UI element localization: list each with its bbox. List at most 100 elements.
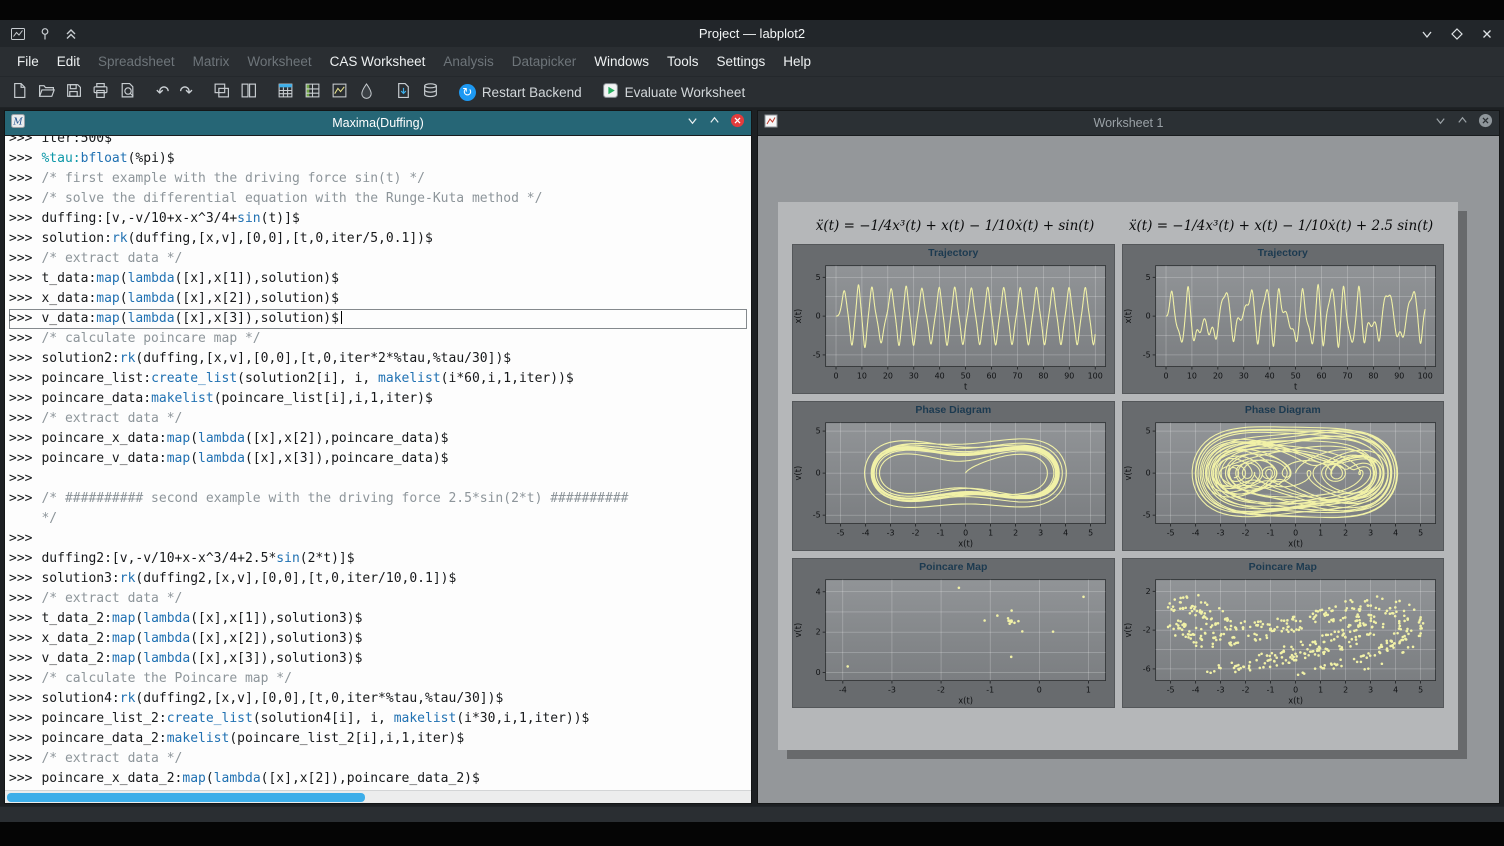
console-line[interactable]: >>>v_data:map(lambda([x],x[3]),solution)…: [9, 309, 747, 329]
maxima-titlebar[interactable]: M Maxima(Duffing): [5, 111, 751, 135]
menu-analysis[interactable]: Analysis: [434, 47, 502, 77]
console-line[interactable]: >>>v_data_2:map(lambda([x],x[3]),solutio…: [9, 649, 747, 669]
console-line[interactable]: >>>/* extract data */: [9, 409, 747, 429]
ink-color-button[interactable]: [353, 80, 380, 104]
worksheet-titlebar[interactable]: Worksheet 1: [758, 111, 1499, 135]
console-line[interactable]: >>>poincare_x_data_2:map(lambda([x],x[2]…: [9, 769, 747, 789]
close-button[interactable]: [1480, 27, 1494, 41]
console-line[interactable]: >>>: [9, 529, 747, 549]
pin-icon[interactable]: [38, 27, 52, 41]
console-line[interactable]: >>>x_data_2:map(lambda([x],x[2]),solutio…: [9, 629, 747, 649]
console-line[interactable]: >>>poincare_v_data:map(lambda([x],x[3]),…: [9, 449, 747, 469]
menu-tools[interactable]: Tools: [658, 47, 708, 77]
svg-text:-1: -1: [937, 528, 945, 537]
titlebar[interactable]: Project — labplot2: [0, 20, 1504, 47]
window-title: Project — labplot2: [0, 26, 1504, 41]
console-line[interactable]: >>>%tau:bfloat(%pi)$: [9, 149, 747, 169]
new-plot-button[interactable]: [326, 80, 353, 104]
console-line[interactable]: >>>poincare_data:makelist(poincare_list[…: [9, 389, 747, 409]
new-matrix-button[interactable]: [299, 80, 326, 104]
evaluate-worksheet-button[interactable]: Evaluate Worksheet: [597, 80, 751, 104]
plot-trajectory-2[interactable]: Trajectory0102030405060708090100-505tx(t…: [1122, 244, 1445, 394]
document-print-button[interactable]: [87, 80, 114, 104]
maxima-maximize-button[interactable]: [708, 114, 721, 132]
restart-backend-button[interactable]: ↻ Restart Backend: [454, 82, 587, 103]
console-line[interactable]: >>>/* first example with the driving for…: [9, 169, 747, 189]
windows-cascade-button[interactable]: [208, 80, 235, 104]
plot-phase-1[interactable]: Phase Diagram-5-4-3-2-1012345-505x(t)v(t…: [792, 401, 1115, 551]
svg-text:-1: -1: [1266, 685, 1274, 694]
menu-edit[interactable]: Edit: [48, 47, 89, 77]
import-database-button[interactable]: [417, 80, 444, 104]
svg-text:50: 50: [961, 371, 971, 380]
shade-icon[interactable]: [64, 27, 78, 41]
console-line[interactable]: >>>/* extract data */: [9, 249, 747, 269]
maxima-minimize-button[interactable]: [686, 114, 699, 132]
svg-text:4: 4: [1393, 685, 1398, 694]
document-save-button[interactable]: [60, 80, 87, 104]
edit-redo-button[interactable]: ↷: [174, 82, 197, 102]
menu-settings[interactable]: Settings: [708, 47, 775, 77]
console-line[interactable]: >>>duffing2:[v,-v/10+x-x^3/4+2.5*sin(2*t…: [9, 549, 747, 569]
maxima-close-button[interactable]: [730, 113, 745, 133]
console-line[interactable]: >>>/* extract data */: [9, 749, 747, 769]
plot-title: Trajectory: [1123, 245, 1444, 261]
plot-phase-2[interactable]: Phase Diagram-5-4-3-2-1012345-505x(t)v(t…: [1122, 401, 1445, 551]
menu-matrix[interactable]: Matrix: [184, 47, 239, 77]
plot-canvas-phase-1: -5-4-3-2-1012345-505x(t)v(t): [793, 418, 1114, 550]
console-line[interactable]: >>>iter:500$: [9, 135, 747, 149]
plot-poincare-2[interactable]: Poincare Map-5-4-3-2-1012345-6-22x(t)v(t…: [1122, 558, 1445, 708]
document-new-button[interactable]: [6, 80, 33, 104]
menu-cas-worksheet[interactable]: CAS Worksheet: [321, 47, 435, 77]
import-file-button[interactable]: [390, 80, 417, 104]
console-line[interactable]: >>>t_data:map(lambda([x],x[1]),solution)…: [9, 269, 747, 289]
console-line[interactable]: >>>solution3:rk(duffing2,[x,v],[0,0],[t,…: [9, 569, 747, 589]
console-line[interactable]: >>>solution4:rk(duffing2,[x,v],[0,0],[t,…: [9, 689, 747, 709]
worksheet-minimize-button[interactable]: [1434, 114, 1447, 132]
console-prompt: >>>: [9, 389, 32, 409]
menu-file[interactable]: File: [8, 47, 48, 77]
minimize-button[interactable]: [1420, 27, 1434, 41]
maxima-console[interactable]: >>>iter:500$>>>%tau:bfloat(%pi)$>>>/* fi…: [5, 135, 751, 790]
svg-text:0: 0: [1037, 685, 1042, 694]
console-line[interactable]: >>>/* ########## second example with the…: [9, 489, 747, 509]
menu-windows[interactable]: Windows: [585, 47, 658, 77]
worksheet-close-button[interactable]: [1478, 113, 1493, 133]
console-code: iter:500$: [41, 135, 111, 149]
document-open-button[interactable]: [33, 80, 60, 104]
menu-help[interactable]: Help: [774, 47, 820, 77]
console-line[interactable]: >>>duffing:[v,-v/10+x-x^3/4+sin(t)]$: [9, 209, 747, 229]
console-prompt: >>>: [9, 269, 32, 289]
console-line[interactable]: >>>poincare_data_2:makelist(poincare_lis…: [9, 729, 747, 749]
menu-worksheet[interactable]: Worksheet: [238, 47, 320, 77]
console-prompt: >>>: [9, 729, 32, 749]
windows-tile-button[interactable]: [235, 80, 262, 104]
plot-trajectory-1[interactable]: Trajectory0102030405060708090100-505tx(t…: [792, 244, 1115, 394]
console-line[interactable]: >>>/* extract data */: [9, 589, 747, 609]
menu-spreadsheet[interactable]: Spreadsheet: [89, 47, 184, 77]
console-line[interactable]: >>>t_data_2:map(lambda([x],x[1]),solutio…: [9, 609, 747, 629]
maximize-button[interactable]: [1450, 27, 1464, 41]
console-line[interactable]: >>>/* calculate the Poincare map */: [9, 669, 747, 689]
console-line[interactable]: >>>poincare_x_data:map(lambda([x],x[2]),…: [9, 429, 747, 449]
console-line[interactable]: >>>/* calculate poincare map */: [9, 329, 747, 349]
menu-datapicker[interactable]: Datapicker: [503, 47, 586, 77]
console-line[interactable]: >>>solution2:rk(duffing,[x,v],[0,0],[t,0…: [9, 349, 747, 369]
console-line[interactable]: >>>x_data:map(lambda([x],x[2]),solution)…: [9, 289, 747, 309]
worksheet-view[interactable]: ẍ(t) = −1/4x³(t) + x(t) − 1/10ẋ(t) + sin…: [758, 135, 1499, 803]
console-line[interactable]: >>>poincare_list:create_list(solution2[i…: [9, 369, 747, 389]
console-line[interactable]: >>>/* solve the differential equation wi…: [9, 189, 747, 209]
horizontal-scrollbar[interactable]: [5, 790, 751, 803]
worksheet-maximize-button[interactable]: [1456, 114, 1469, 132]
edit-undo-button[interactable]: ↶: [151, 82, 174, 102]
print-preview-button[interactable]: [114, 80, 141, 104]
scrollbar-thumb[interactable]: [7, 793, 365, 802]
new-spreadsheet-button[interactable]: [272, 80, 299, 104]
svg-text:0: 0: [1293, 528, 1298, 537]
console-line[interactable]: >>>*/: [9, 509, 747, 529]
console-line[interactable]: >>>: [9, 469, 747, 489]
plot-poincare-1[interactable]: Poincare Map-4-3-2-101024x(t)v(t): [792, 558, 1115, 708]
console-code: solution2:rk(duffing,[x,v],[0,0],[t,0,it…: [41, 349, 511, 369]
console-line[interactable]: >>>poincare_list_2:create_list(solution4…: [9, 709, 747, 729]
console-line[interactable]: >>>solution:rk(duffing,[x,v],[0,0],[t,0,…: [9, 229, 747, 249]
